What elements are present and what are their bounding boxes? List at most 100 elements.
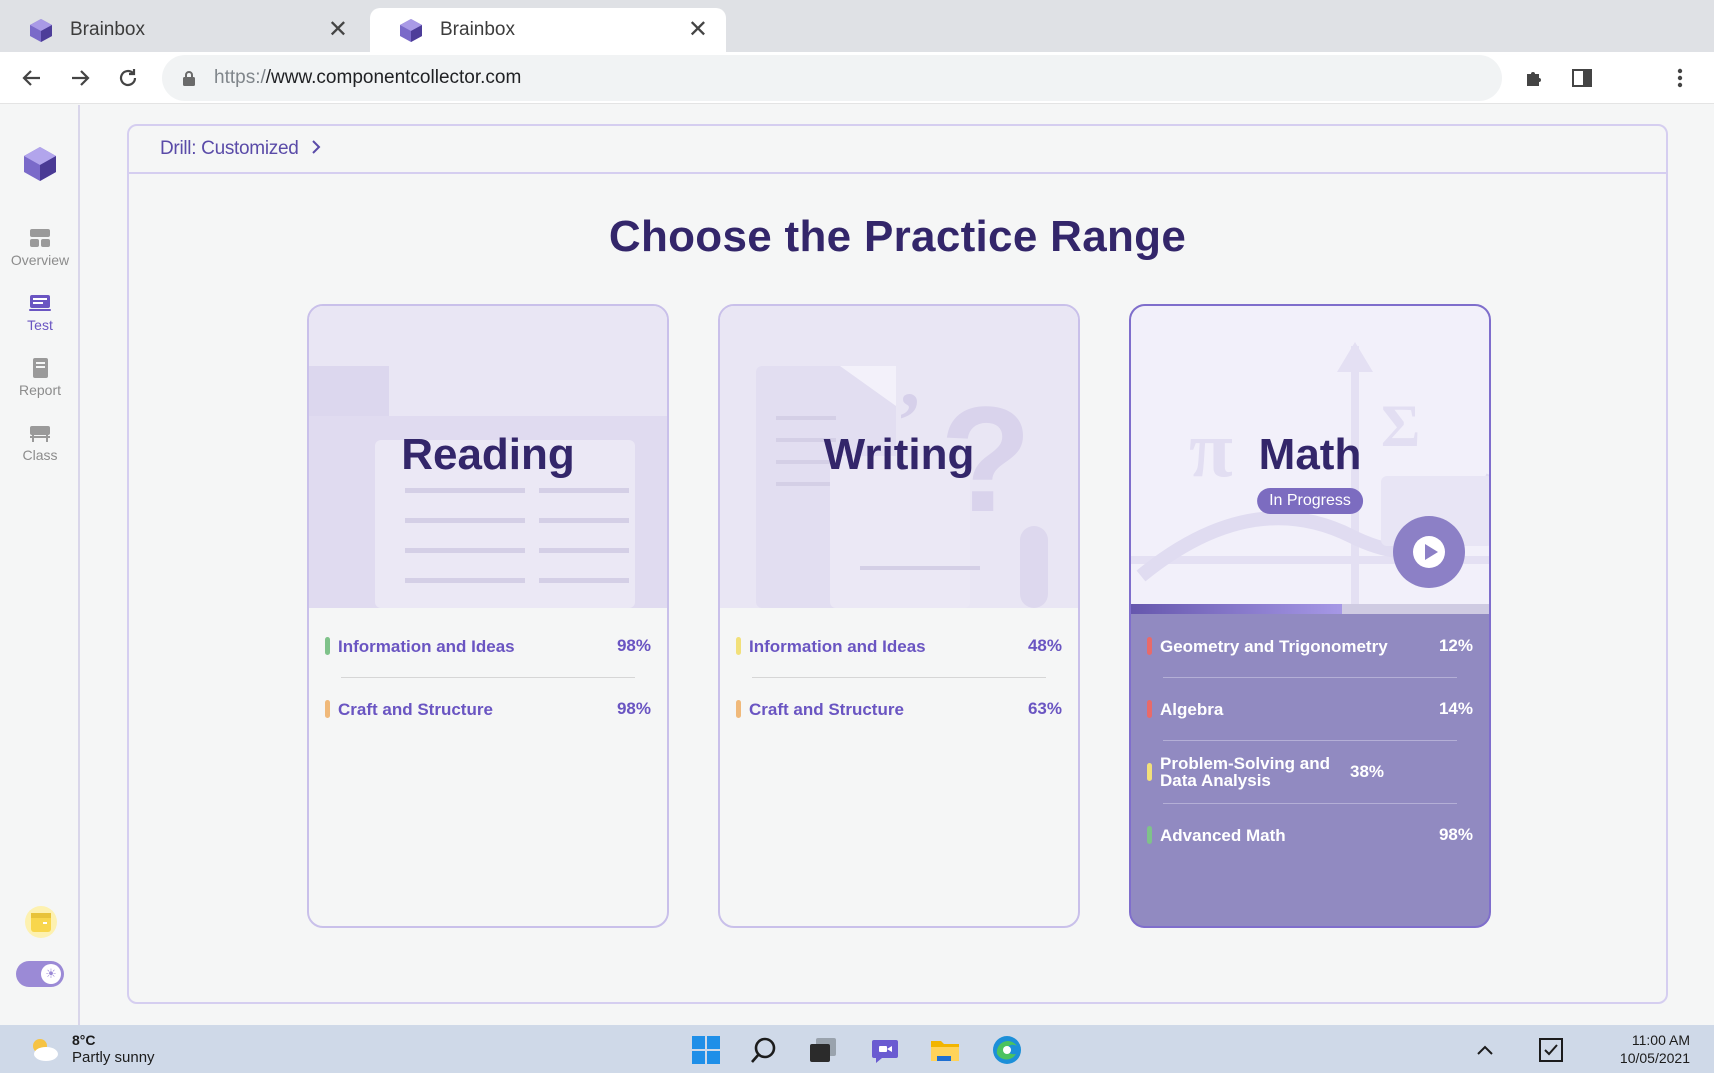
edge-browser-icon[interactable] xyxy=(990,1033,1024,1067)
topic-status-marker xyxy=(1147,763,1152,781)
brainbox-favicon-icon xyxy=(30,19,52,42)
test-icon xyxy=(29,295,51,311)
system-clock[interactable]: 11:00 AM 10/05/2021 xyxy=(1620,1031,1690,1067)
brainbox-favicon-icon xyxy=(400,19,422,42)
file-explorer-icon[interactable] xyxy=(928,1033,962,1067)
tab-title: Brainbox xyxy=(70,19,145,40)
topic-row[interactable]: Advanced Math 98% xyxy=(1131,804,1489,866)
topic-list: Information and Ideas 48% Craft and Stru… xyxy=(720,636,1078,740)
card-title: Math xyxy=(1258,430,1362,479)
card-title: Reading xyxy=(401,430,575,479)
topic-list: Information and Ideas 98% Craft and Stru… xyxy=(309,636,667,740)
svg-text:,: , xyxy=(900,336,920,424)
sidebar-item-label: Class xyxy=(22,447,58,463)
topic-row[interactable]: Problem-Solving and Data Analysis 38% xyxy=(1131,741,1489,803)
topic-row[interactable]: Geometry and Trigonometry 12% xyxy=(1131,615,1489,677)
task-view-icon[interactable] xyxy=(806,1033,840,1067)
topic-name: Craft and Structure xyxy=(338,699,493,719)
progress-bar xyxy=(1131,604,1489,614)
sidebar-item-class[interactable]: Class xyxy=(0,422,80,463)
clock-date: 10/05/2021 xyxy=(1619,1050,1690,1066)
weather-widget[interactable]: 8°C Partly sunny xyxy=(28,1031,155,1067)
topic-status-marker xyxy=(736,637,741,655)
browser-tab[interactable]: Brainbox ✕ xyxy=(0,8,366,52)
weather-temp: 8°C xyxy=(72,1032,96,1048)
checkbox-tray-icon[interactable] xyxy=(1534,1033,1568,1067)
subject-card-math[interactable]: π Σ Math In Progress Geometry and Trigon… xyxy=(1129,304,1491,928)
chevron-right-icon[interactable] xyxy=(311,139,321,160)
forward-arrow-icon[interactable] xyxy=(64,62,96,94)
topic-row[interactable]: Information and Ideas 48% xyxy=(720,615,1078,677)
sticky-note-icon[interactable] xyxy=(24,905,58,939)
chevron-up-icon[interactable] xyxy=(1468,1033,1502,1067)
topic-name: Algebra xyxy=(1160,699,1224,719)
breadcrumb: Drill: Customized xyxy=(129,126,1666,174)
topic-row[interactable]: Craft and Structure 63% xyxy=(720,678,1078,740)
os-taskbar: 8°C Partly sunny 11:00 AM 10/05/2021 xyxy=(0,1025,1714,1073)
breadcrumb-link[interactable]: Drill: Customized xyxy=(160,138,299,160)
sidebar-item-report[interactable]: Report xyxy=(0,357,80,398)
topic-percent: 38% xyxy=(1350,762,1385,781)
topic-status-marker xyxy=(1147,700,1152,718)
sidebar-item-label: Report xyxy=(18,382,62,398)
url-host: /www.componentcollector.com xyxy=(265,67,522,88)
topic-percent: 12% xyxy=(1438,636,1473,655)
sidebar-item-label: Test xyxy=(27,317,53,333)
card-illustration: Reading xyxy=(309,306,667,608)
topic-percent: 48% xyxy=(1027,636,1062,655)
report-icon xyxy=(33,358,48,378)
card-title: Writing xyxy=(823,430,975,479)
subject-card-reading[interactable]: Reading Information and Ideas 98% Craft … xyxy=(307,304,669,928)
weather-desc: Partly sunny xyxy=(72,1049,155,1066)
sidebar-item-overview[interactable]: Overview xyxy=(0,227,80,268)
extensions-puzzle-icon[interactable] xyxy=(1520,64,1548,92)
chat-icon[interactable] xyxy=(868,1033,902,1067)
close-tab-icon[interactable]: ✕ xyxy=(328,18,348,42)
windows-start-icon[interactable] xyxy=(689,1033,723,1067)
address-bar[interactable]: https://www.componentcollector.com xyxy=(162,55,1502,101)
progress-fill xyxy=(1131,604,1343,614)
reload-icon[interactable] xyxy=(112,62,144,94)
browser-tab-active[interactable]: Brainbox ✕ xyxy=(370,8,726,52)
topic-status-marker xyxy=(325,700,330,718)
tab-title: Brainbox xyxy=(440,19,515,40)
topic-row[interactable]: Algebra 14% xyxy=(1131,678,1489,740)
topic-status-marker xyxy=(325,637,330,655)
topic-percent: 98% xyxy=(1438,825,1473,844)
url-protocol: https:/ xyxy=(214,67,266,88)
theme-toggle[interactable]: ☀ xyxy=(16,961,64,987)
more-options-icon[interactable] xyxy=(1666,64,1694,92)
sidebar-item-label: Overview xyxy=(10,252,70,268)
side-panel-icon[interactable] xyxy=(1568,64,1596,92)
brainbox-logo-icon[interactable] xyxy=(21,145,59,183)
sidebar-item-test[interactable]: Test xyxy=(0,292,80,333)
topic-percent: 98% xyxy=(616,699,651,718)
topic-row[interactable]: Craft and Structure 98% xyxy=(309,678,667,740)
close-tab-icon[interactable]: ✕ xyxy=(688,18,708,42)
topic-name: Advanced Math xyxy=(1160,825,1286,845)
card-illustration: ? , Writing xyxy=(720,306,1078,608)
status-badge: In Progress xyxy=(1257,488,1363,514)
sun-icon: ☀ xyxy=(41,964,61,984)
browser-tabstrip: Brainbox ✕ Brainbox ✕ xyxy=(0,0,1714,52)
topic-name: Problem-Solving and Data Analysis xyxy=(1160,754,1331,790)
topic-percent: 98% xyxy=(616,636,651,655)
topic-row[interactable]: Information and Ideas 98% xyxy=(309,615,667,677)
topic-list: Geometry and Trigonometry 12% Algebra 14… xyxy=(1131,636,1489,866)
topic-name: Craft and Structure xyxy=(749,699,904,719)
topic-name: Information and Ideas xyxy=(749,636,926,656)
class-icon xyxy=(30,426,50,442)
play-icon xyxy=(1413,536,1445,568)
overview-icon xyxy=(30,229,50,247)
play-button[interactable] xyxy=(1393,516,1465,588)
back-arrow-icon[interactable] xyxy=(16,62,48,94)
topic-name: Geometry and Trigonometry xyxy=(1160,636,1388,656)
topic-status-marker xyxy=(1147,637,1152,655)
topic-percent: 63% xyxy=(1027,699,1062,718)
topic-status-marker xyxy=(1147,826,1152,844)
topic-percent: 14% xyxy=(1438,699,1473,718)
clock-time: 11:00 AM xyxy=(1631,1032,1690,1048)
app-sidebar: Overview Test Report Class ☀ xyxy=(0,105,80,1025)
subject-card-writing[interactable]: ? , Writing Information and Ideas 48% Cr… xyxy=(718,304,1080,928)
search-icon[interactable] xyxy=(747,1033,781,1067)
